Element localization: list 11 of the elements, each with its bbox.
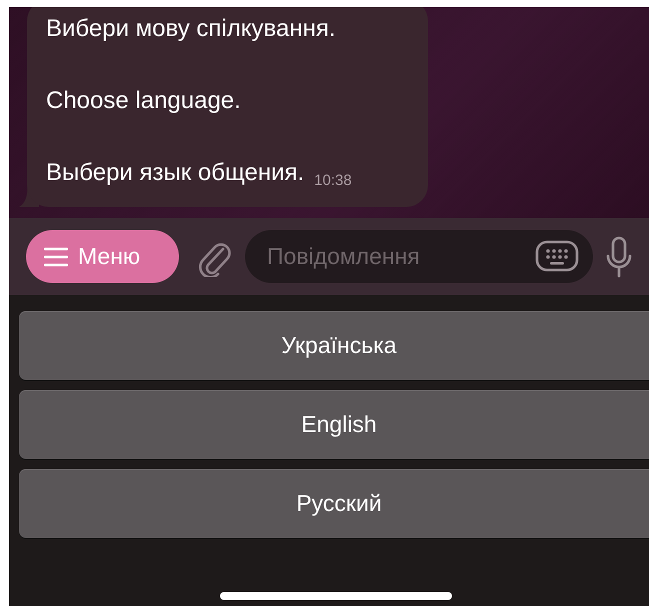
language-button[interactable]: Українська xyxy=(19,311,649,380)
message-text: Вибери мову спілкування. xyxy=(46,15,336,43)
language-button[interactable]: English xyxy=(19,390,649,459)
message-time: 10:38 xyxy=(314,172,352,189)
message-text: Выбери язык общения. xyxy=(46,159,304,187)
message-field[interactable]: Повідомлення xyxy=(245,230,593,283)
menu-icon xyxy=(44,246,68,266)
language-button[interactable]: Русский xyxy=(19,469,649,538)
keyboard-icon[interactable] xyxy=(535,240,579,272)
microphone-icon[interactable] xyxy=(605,236,633,278)
message-text: Choose language. xyxy=(46,87,242,115)
